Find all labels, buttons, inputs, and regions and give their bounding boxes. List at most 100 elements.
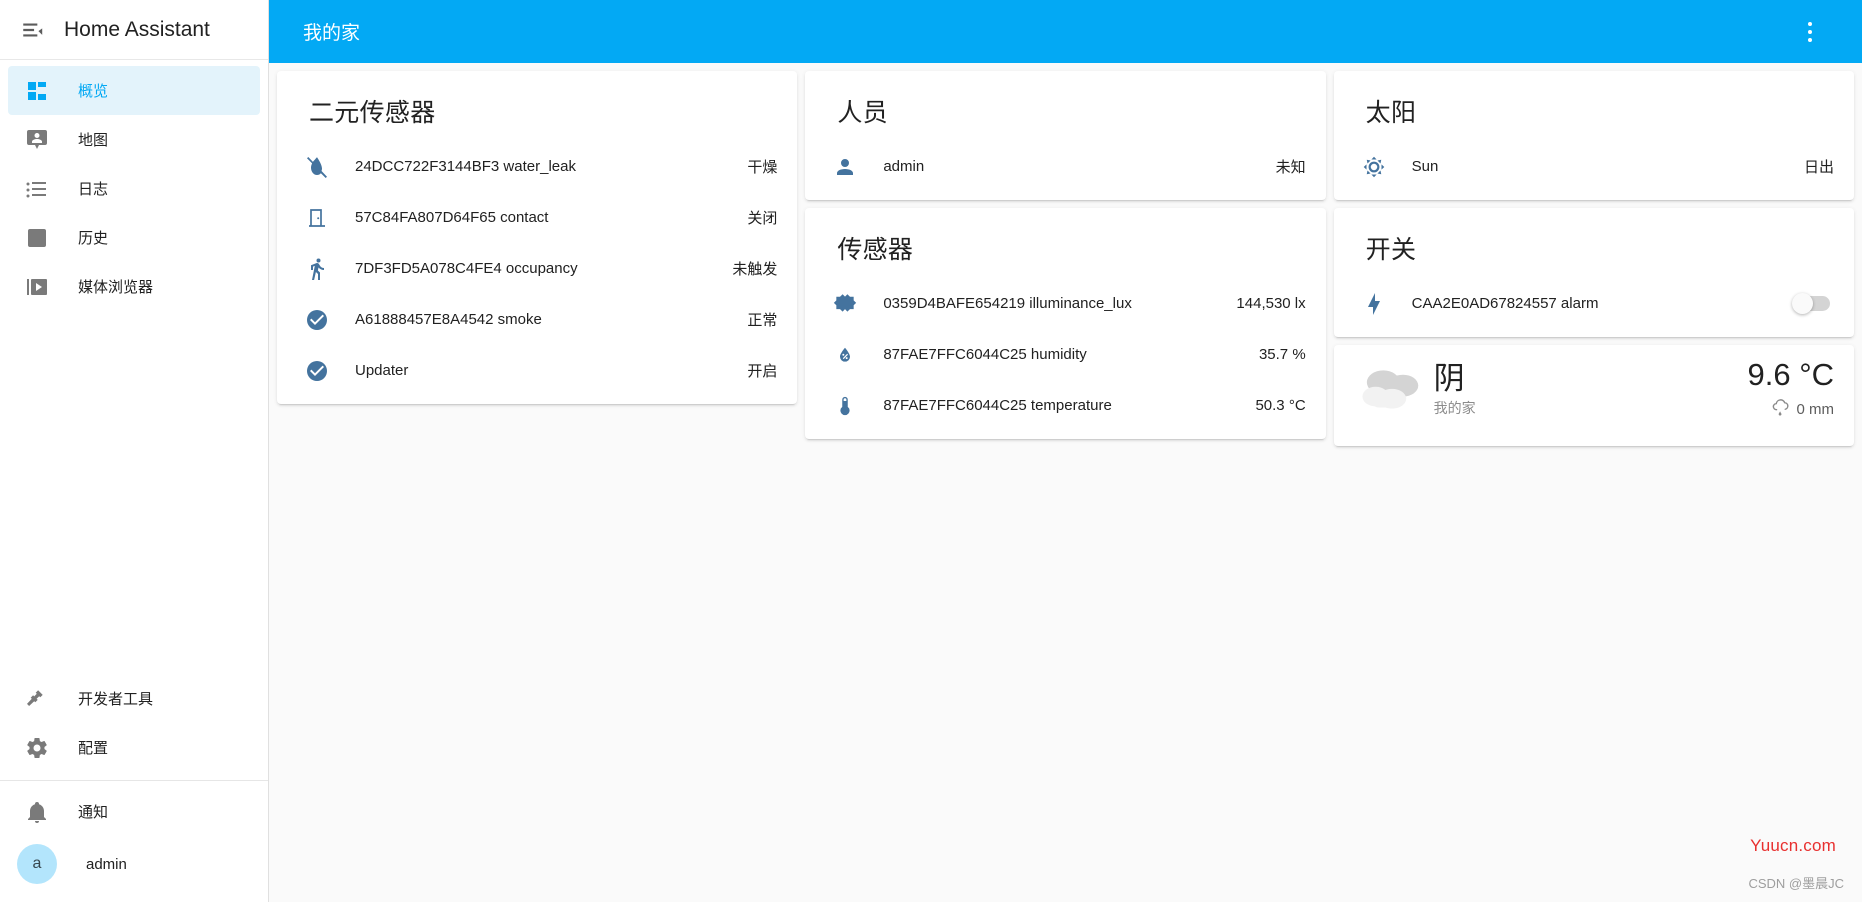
thermometer-icon bbox=[825, 395, 865, 417]
sidebar-item-notifications[interactable]: 通知 bbox=[8, 787, 260, 836]
entity-name: 24DCC722F3144BF3 water_leak bbox=[355, 158, 576, 175]
sidebar-item-history[interactable]: 历史 bbox=[8, 213, 260, 262]
sidebar-item-label: 通知 bbox=[78, 804, 109, 821]
entity-name: admin bbox=[883, 158, 925, 175]
home-assistant-app: Home Assistant 概览 地图 日志 历史 媒体浏览器 开发者工具 配… bbox=[0, 0, 1862, 902]
entity-name: A61888457E8A4542 smoke bbox=[355, 311, 542, 328]
sidebar-item-label: 概览 bbox=[78, 83, 109, 100]
check-circle-icon bbox=[297, 359, 337, 383]
card-sensor: 传感器 0359D4BAFE654219 illuminance_lux 144… bbox=[805, 208, 1326, 439]
sidebar-item-label: 历史 bbox=[78, 230, 109, 247]
card-weather[interactable]: 阴 我的家 9.6 °C 0 mm bbox=[1333, 345, 1854, 446]
entity-name: Updater bbox=[355, 362, 409, 379]
app-header: 我的家 bbox=[269, 0, 1862, 63]
entity-state: 日出 bbox=[1803, 159, 1834, 176]
format-list-bulleted-icon bbox=[18, 177, 56, 201]
water-percent-icon bbox=[825, 345, 865, 365]
switch-toggle[interactable] bbox=[1791, 292, 1834, 315]
sidebar-item-label: 开发者工具 bbox=[78, 691, 154, 708]
entity-state: 未知 bbox=[1275, 159, 1306, 176]
column-2: 人员 admin 未知 传感器 0359D4BAFE654219 illumin… bbox=[801, 71, 1329, 454]
watermark-secondary: CSDN @墨晨JC bbox=[1748, 876, 1844, 891]
view-dashboard-icon bbox=[18, 79, 56, 103]
weather-precipitation: 0 mm bbox=[1747, 397, 1834, 422]
sidebar: Home Assistant 概览 地图 日志 历史 媒体浏览器 开发者工具 配… bbox=[0, 0, 269, 902]
table-row[interactable]: Updater 开启 bbox=[293, 345, 781, 396]
weather-rainy-icon bbox=[1770, 397, 1791, 422]
table-row[interactable]: 87FAE7FFC6044C25 temperature 50.3 °C bbox=[821, 380, 1309, 431]
weather-state: 阴 bbox=[1433, 360, 1465, 396]
account-icon bbox=[825, 155, 865, 179]
sidebar-user-label: admin bbox=[86, 855, 127, 873]
sidebar-item-developer-tools[interactable]: 开发者工具 bbox=[8, 674, 260, 723]
toggle-knob bbox=[1791, 292, 1813, 314]
table-row[interactable]: 24DCC722F3144BF3 water_leak 干燥 bbox=[293, 141, 781, 192]
chart-box-icon bbox=[18, 226, 56, 250]
table-row[interactable]: 7DF3FD5A078C4FE4 occupancy 未触发 bbox=[293, 243, 781, 294]
card-binary-sensor: 二元传感器 24DCC722F3144BF3 water_leak 干燥 57C… bbox=[277, 71, 798, 404]
entity-state: 未触发 bbox=[732, 261, 778, 278]
entity-name: 7DF3FD5A078C4FE4 occupancy bbox=[355, 260, 578, 277]
page-title: 我的家 bbox=[303, 23, 361, 44]
table-row[interactable]: admin 未知 bbox=[821, 141, 1309, 192]
card-switch: 开关 CAA2E0AD67824557 alarm bbox=[1333, 208, 1854, 337]
entity-state: 开启 bbox=[747, 363, 778, 380]
sidebar-item-overview[interactable]: 概览 bbox=[8, 66, 260, 115]
entity-state: 关闭 bbox=[747, 210, 778, 227]
dashboard-content: 二元传感器 24DCC722F3144BF3 water_leak 干燥 57C… bbox=[269, 63, 1862, 902]
entity-name: 0359D4BAFE654219 illuminance_lux bbox=[883, 295, 1132, 312]
watermark-primary: Yuucn.com bbox=[1750, 836, 1836, 855]
weather-text: 阴 我的家 bbox=[1433, 360, 1748, 419]
walk-icon bbox=[297, 257, 337, 281]
entity-name: CAA2E0AD67824557 alarm bbox=[1411, 295, 1599, 312]
card-title: 开关 bbox=[1365, 236, 1417, 264]
card-title: 二元传感器 bbox=[309, 99, 436, 127]
sidebar-item-configuration[interactable]: 配置 bbox=[8, 723, 260, 772]
bell-icon bbox=[18, 800, 56, 824]
weather-temperature: 9.6 °C bbox=[1747, 357, 1834, 392]
dots-vertical-icon[interactable] bbox=[1790, 12, 1830, 52]
cog-icon bbox=[18, 736, 56, 760]
water-off-icon bbox=[297, 155, 337, 179]
card-title: 人员 bbox=[837, 99, 888, 127]
column-1: 二元传感器 24DCC722F3144BF3 water_leak 干燥 57C… bbox=[273, 71, 801, 454]
door-closed-icon bbox=[297, 206, 337, 230]
card-person: 人员 admin 未知 bbox=[805, 71, 1326, 200]
sidebar-item-logbook[interactable]: 日志 bbox=[8, 164, 260, 213]
table-row[interactable]: 57C84FA807D64F65 contact 关闭 bbox=[293, 192, 781, 243]
precipitation-value: 0 mm bbox=[1796, 400, 1834, 418]
sidebar-item-label: 媒体浏览器 bbox=[78, 279, 154, 296]
column-3: 太阳 Sun 日出 开关 CAA2E0AD67824557 alarm 阴 我的… bbox=[1330, 71, 1858, 454]
table-row[interactable]: 87FAE7FFC6044C25 humidity 35.7 % bbox=[821, 329, 1309, 380]
sidebar-divider bbox=[0, 780, 268, 781]
sidebar-item-media-browser[interactable]: 媒体浏览器 bbox=[8, 262, 260, 311]
table-row[interactable]: 0359D4BAFE654219 illuminance_lux 144,530… bbox=[821, 278, 1309, 329]
card-title: 太阳 bbox=[1365, 99, 1417, 127]
sidebar-item-map[interactable]: 地图 bbox=[8, 115, 260, 164]
weather-values: 9.6 °C 0 mm bbox=[1747, 357, 1834, 422]
table-row[interactable]: A61888457E8A4542 smoke 正常 bbox=[293, 294, 781, 345]
weather-location: 我的家 bbox=[1433, 400, 1476, 417]
entity-name: 87FAE7FFC6044C25 humidity bbox=[883, 346, 1087, 363]
card-title: 传感器 bbox=[837, 236, 914, 264]
flash-icon bbox=[1354, 292, 1394, 316]
entity-state: 正常 bbox=[747, 312, 778, 329]
menu-collapse-icon[interactable] bbox=[10, 7, 56, 53]
entity-name: 57C84FA807D64F65 contact bbox=[355, 209, 549, 226]
entity-state: 144,530 lx bbox=[1236, 295, 1306, 312]
table-row[interactable]: Sun 日出 bbox=[1350, 141, 1838, 192]
table-row[interactable]: CAA2E0AD67824557 alarm bbox=[1350, 278, 1838, 329]
weather-sunny-icon bbox=[1354, 154, 1394, 180]
entity-name: Sun bbox=[1411, 158, 1439, 175]
weather-cloudy-icon bbox=[1350, 363, 1434, 417]
entity-name: 87FAE7FFC6044C25 temperature bbox=[883, 397, 1112, 414]
sidebar-item-user[interactable]: a admin bbox=[8, 836, 260, 892]
sidebar-bottom: 开发者工具 配置 通知 a admin bbox=[0, 674, 268, 902]
check-circle-icon bbox=[297, 308, 337, 332]
play-box-multiple-icon bbox=[18, 275, 56, 299]
weather-summary: 阴 我的家 9.6 °C 0 mm bbox=[1350, 345, 1838, 438]
entity-state: 35.7 % bbox=[1258, 346, 1306, 363]
sidebar-item-label: 配置 bbox=[78, 740, 109, 757]
avatar: a bbox=[17, 844, 57, 884]
